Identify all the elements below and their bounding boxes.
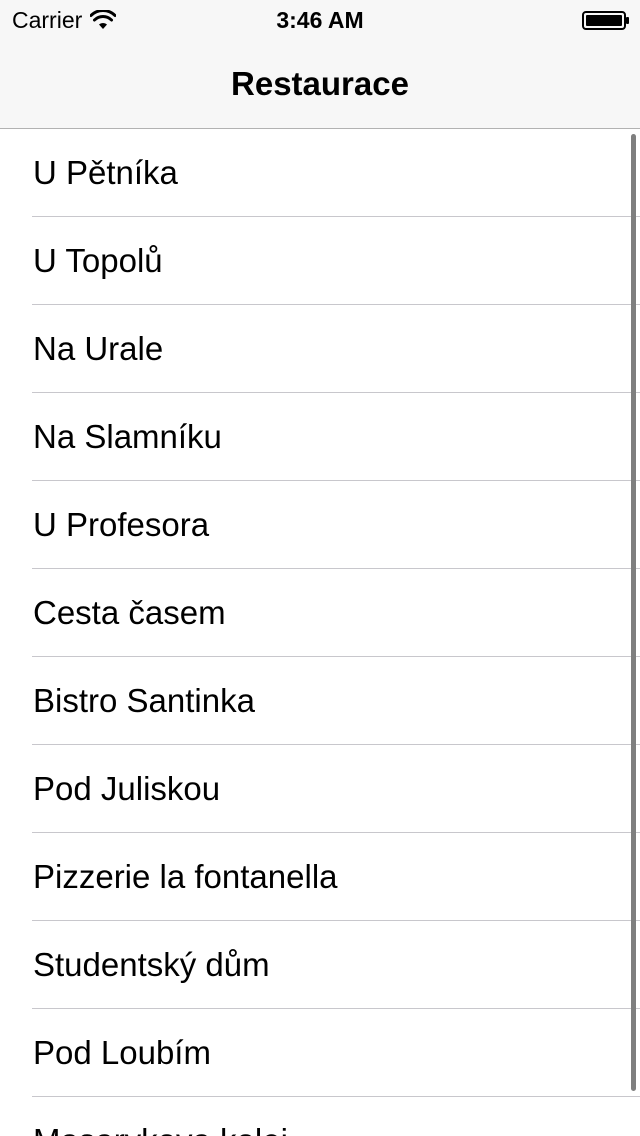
page-title: Restaurace	[231, 65, 409, 102]
status-bar: Carrier 3:46 AM	[0, 0, 640, 40]
screen: Carrier 3:46 AM Restaurace U Pětníka U T…	[0, 0, 640, 1136]
list-item-pod-juliskou[interactable]: Pod Juliskou	[0, 745, 640, 833]
restaurant-list: U Pětníka U Topolů Na Urale Na Slamníku …	[0, 129, 640, 1136]
list-item-studentsky-dum[interactable]: Studentský dům	[0, 921, 640, 1009]
list-item-u-topolu[interactable]: U Topolů	[0, 217, 640, 305]
list-item-pizzerie-la-fontanella[interactable]: Pizzerie la fontanella	[0, 833, 640, 921]
list-item-masarykova-kolej[interactable]: Masarykova kolej	[0, 1097, 640, 1136]
vertical-scroll-indicator[interactable]	[631, 134, 636, 1091]
list-item-na-slamniku[interactable]: Na Slamníku	[0, 393, 640, 481]
list-item-bistro-santinka[interactable]: Bistro Santinka	[0, 657, 640, 745]
battery-icon	[582, 11, 629, 30]
navigation-bar: Restaurace	[0, 40, 640, 129]
list-item-u-petnika[interactable]: U Pětníka	[0, 129, 640, 217]
list-item-pod-loubim[interactable]: Pod Loubím	[0, 1009, 640, 1097]
list-item-u-profesora[interactable]: U Profesora	[0, 481, 640, 569]
list-item-na-urale[interactable]: Na Urale	[0, 305, 640, 393]
status-time: 3:46 AM	[276, 7, 364, 33]
list-item-cesta-casem[interactable]: Cesta časem	[0, 569, 640, 657]
